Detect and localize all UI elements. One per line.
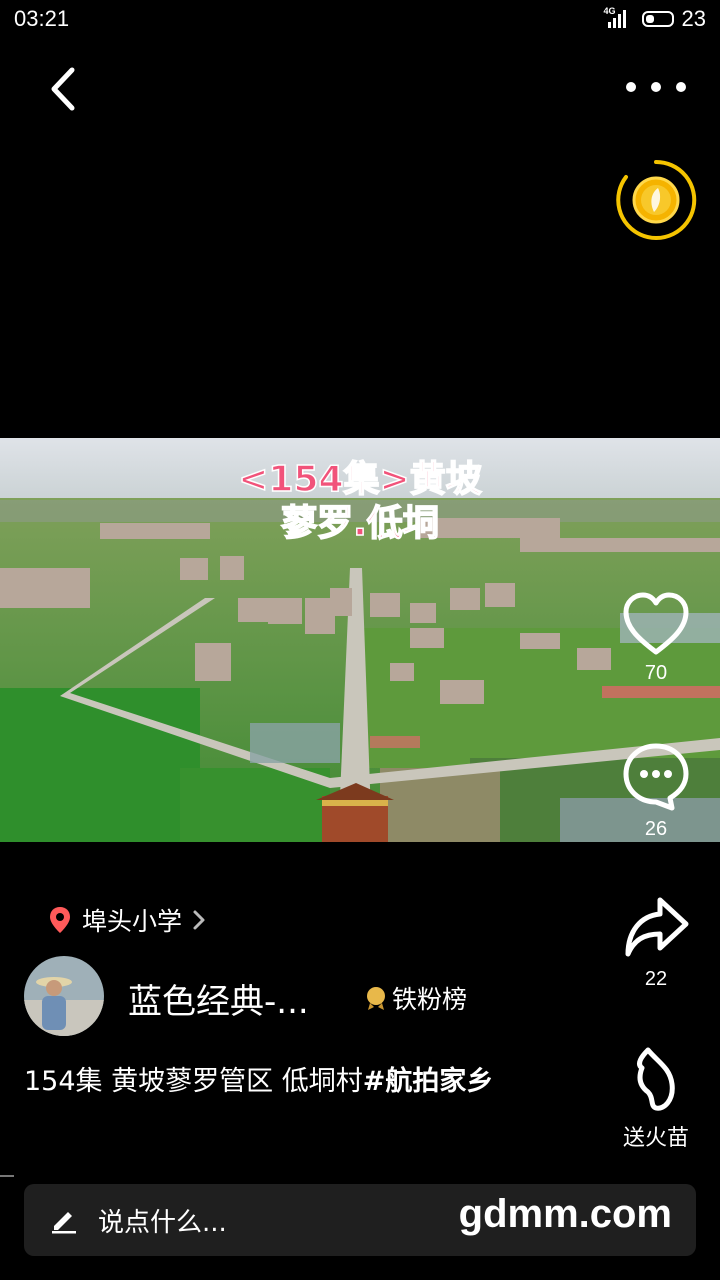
status-bar: 03:21 4G 23 xyxy=(0,0,720,40)
chevron-right-icon xyxy=(193,910,205,930)
comment-button[interactable]: 26 xyxy=(616,740,696,841)
send-flame-label: 送火苗 xyxy=(622,1126,689,1151)
location-name: 埠头小学 xyxy=(82,907,183,936)
share-button[interactable]: 22 xyxy=(616,892,696,991)
watermark: gdmm.com xyxy=(458,1192,672,1236)
medal-icon xyxy=(367,987,385,1010)
location-tag[interactable]: 埠头小学 xyxy=(48,902,206,938)
send-flame-button[interactable]: 送火苗 xyxy=(616,1044,696,1152)
hashtag-link[interactable]: #航拍家乡 xyxy=(363,1066,494,1097)
share-count: 22 xyxy=(644,968,668,990)
like-button[interactable]: 70 xyxy=(616,590,696,685)
status-time: 03:21 xyxy=(14,6,70,31)
pencil-icon xyxy=(52,1212,76,1234)
heart-icon xyxy=(623,592,689,655)
chevron-left-icon xyxy=(51,67,75,111)
author-name[interactable]: 蓝色经典-... xyxy=(128,974,309,1023)
fan-rank-button[interactable]: 铁粉榜 xyxy=(364,980,467,1016)
video-player[interactable]: <154集>黄坡 蓼罗.低垌 xyxy=(0,438,720,842)
video-description: 154集 黄坡蓼罗管区 低垌村#航拍家乡 xyxy=(24,1062,564,1102)
share-arrow-icon xyxy=(625,897,689,957)
comment-bar[interactable]: 说点什么... gdmm.com xyxy=(24,1184,696,1256)
like-count: 70 xyxy=(644,662,668,684)
comment-bubble-icon xyxy=(623,743,689,811)
avatar-image xyxy=(24,956,104,1036)
author-row: 蓝色经典-... 铁粉榜 xyxy=(24,956,584,1036)
comment-input[interactable]: 说点什么... xyxy=(98,1202,227,1239)
description-text: 154集 黄坡蓼罗管区 低垌村 xyxy=(24,1066,363,1097)
caption-line-2: 蓼罗.低垌 xyxy=(280,502,439,545)
avatar[interactable] xyxy=(24,956,104,1036)
location-pin-icon xyxy=(50,907,70,933)
divider xyxy=(0,1175,14,1177)
flame-icon xyxy=(637,1047,675,1111)
caption-line-1: <154集>黄坡 xyxy=(238,458,483,501)
video-caption: <154集>黄坡 蓼罗.低垌 xyxy=(0,458,720,546)
side-actions: 70 26 22 送火苗 xyxy=(616,0,696,1280)
back-button[interactable] xyxy=(40,62,90,116)
comment-count: 26 xyxy=(644,818,668,840)
fan-rank-label: 铁粉榜 xyxy=(392,985,468,1014)
